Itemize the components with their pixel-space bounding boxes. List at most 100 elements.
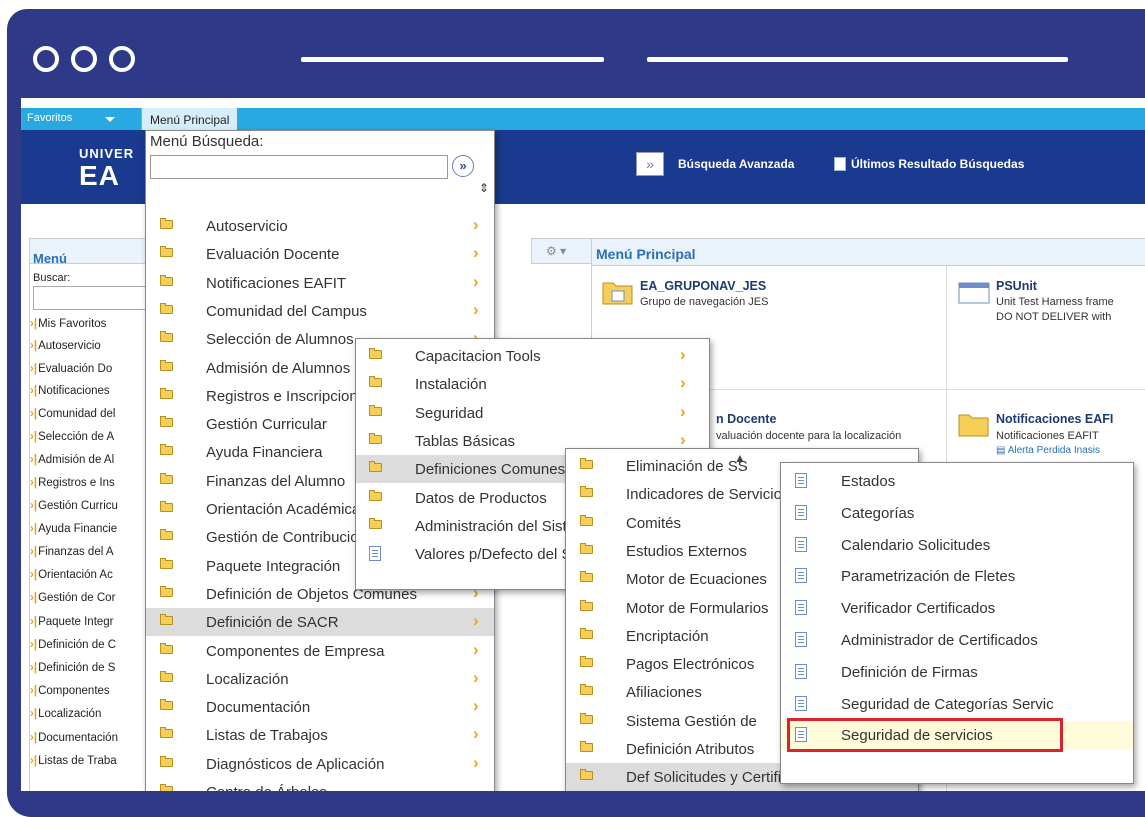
menu-item[interactable]: Listas de Trabajos › <box>146 721 494 749</box>
chevron-right-icon: ›| <box>30 592 38 604</box>
sidebar-item[interactable]: ›|Notificaciones <box>30 385 110 397</box>
menu-item[interactable]: Estados <box>781 467 1133 495</box>
menu-item[interactable]: Evaluación Docente › <box>146 240 494 268</box>
sidebar-item[interactable]: ›|Autoservicio <box>30 340 101 352</box>
menu-item[interactable]: Localización › <box>146 665 494 693</box>
menu-item[interactable]: Definición de Firmas <box>781 658 1133 686</box>
menu-search-input[interactable] <box>150 155 448 179</box>
chevron-right-icon[interactable]: › <box>473 668 479 688</box>
menu-item[interactable]: Documentación › <box>146 693 494 721</box>
sidebar-item[interactable]: ›|Ayuda Financie <box>30 523 117 535</box>
chevron-right-icon[interactable]: › <box>473 724 479 744</box>
chevron-right-icon: ›| <box>30 685 38 697</box>
chevron-right-icon[interactable]: › <box>473 696 479 716</box>
sidebar-item[interactable]: ›|Selección de A <box>30 431 114 443</box>
sidebar-item[interactable]: ›|Paquete Integr <box>30 616 114 628</box>
gear-icon[interactable]: ⚙ ▾ <box>546 244 566 258</box>
folder-icon <box>160 274 173 286</box>
sidebar-item-label: Gestión de Cor <box>38 592 116 604</box>
menu-item[interactable]: Notificaciones EAFIT › <box>146 269 494 297</box>
sidebar-item[interactable]: ›|Comunidad del <box>30 408 115 420</box>
sidebar-item[interactable]: ›|Listas de Traba <box>30 755 117 767</box>
menu-item[interactable]: Centro de Árboles <box>146 778 494 791</box>
chevron-right-icon[interactable]: › <box>473 753 479 773</box>
menu-item-label: Comunidad del Campus <box>206 302 367 320</box>
sidebar-item[interactable]: ›|Definición de S <box>30 662 115 674</box>
menu-item[interactable]: Capacitacion Tools › <box>356 342 709 370</box>
sidebar-item-label: Ayuda Financie <box>38 523 118 535</box>
chevron-right-icon[interactable]: › <box>680 402 686 422</box>
tile-title[interactable]: Notificaciones EAFI <box>996 412 1113 426</box>
tile-link-label[interactable]: Alerta Perdida Inasis <box>1008 445 1100 456</box>
menu-item[interactable]: Diagnósticos de Aplicación › <box>146 750 494 778</box>
sidebar-item[interactable]: ›|Gestión de Cor <box>30 592 115 604</box>
menu-item[interactable]: Instalación › <box>356 370 709 398</box>
sidebar-item[interactable]: ›|Admisión de Al <box>30 454 114 466</box>
menu-item[interactable]: Administrador de Certificados <box>781 626 1133 654</box>
sidebar-item[interactable]: ›|Definición de C <box>30 639 116 651</box>
tile-desc: Grupo de navegación JES <box>640 296 769 308</box>
tile-title[interactable]: PSUnit <box>996 279 1037 293</box>
chevron-right-icon[interactable]: › <box>473 300 479 320</box>
app-screenshot: Favoritos Menú Principal UNIVER EA » Bús… <box>21 98 1145 791</box>
tile-title[interactable]: EA_GRUPONAV_JES <box>640 279 766 293</box>
sidebar-item[interactable]: ›|Gestión Curricu <box>30 500 118 512</box>
sidebar-item[interactable]: ›|Orientación Ac <box>30 569 113 581</box>
folder-icon <box>580 769 593 781</box>
menu-item[interactable]: Seguridad › <box>356 399 709 427</box>
chevron-right-icon[interactable]: › <box>680 430 686 450</box>
chevron-right-icon[interactable]: › <box>473 272 479 292</box>
chevron-right-icon[interactable]: › <box>473 611 479 631</box>
menu-item[interactable]: Seguridad de Categorías Servic <box>781 690 1133 718</box>
search-go-button[interactable]: » <box>636 152 664 176</box>
selection-highlight-box <box>787 718 1063 753</box>
busqueda-avanzada-link[interactable]: Búsqueda Avanzada <box>678 157 794 171</box>
tile-link[interactable]: ▤ Alerta Perdida Inasis <box>996 445 1100 456</box>
menu-item[interactable]: Verificador Certificados <box>781 594 1133 622</box>
sidebar-item[interactable]: ›|Localización <box>30 708 101 720</box>
chevron-right-icon[interactable]: › <box>473 243 479 263</box>
menu-item-label: Sistema Gestión de <box>626 712 757 730</box>
sidebar-item[interactable]: ›|Finanzas del A <box>30 546 114 558</box>
menu-item-label: Autoservicio <box>206 218 288 235</box>
ultimos-resultados-link[interactable]: Últimos Resultado Búsquedas <box>851 157 1024 171</box>
menu-item[interactable]: Comunidad del Campus › <box>146 297 494 325</box>
logo-text: EA <box>79 160 120 191</box>
menu-principal-tab[interactable]: Menú Principal <box>141 108 238 130</box>
tile-title[interactable]: n Docente <box>716 412 776 426</box>
sidebar-item[interactable]: ›|Documentación <box>30 732 118 744</box>
chevron-right-icon[interactable]: › <box>473 215 479 235</box>
sidebar-item[interactable]: ›|Mis Favoritos <box>30 318 106 330</box>
chevron-right-icon[interactable]: › <box>680 345 686 365</box>
search-go-icon[interactable]: » <box>452 155 474 177</box>
chevron-down-icon[interactable] <box>105 117 115 122</box>
folder-icon <box>160 614 173 626</box>
menu-item[interactable]: Calendario Solicitudes <box>781 531 1133 559</box>
sidebar-item[interactable]: ›|Registros e Ins <box>30 477 115 489</box>
chevron-right-icon: ›| <box>30 569 38 581</box>
folder-icon <box>580 741 593 752</box>
panel-options[interactable]: ⚙ ▾ <box>531 238 592 264</box>
menu-item-label: Componentes de Empresa <box>206 642 385 660</box>
chevron-right-icon[interactable]: › <box>680 373 686 393</box>
folder-icon <box>160 302 173 314</box>
folder-icon <box>160 218 173 229</box>
menu-item[interactable]: Autoservicio › <box>146 212 494 240</box>
folder-icon <box>160 784 173 791</box>
menu-item[interactable]: Parametrización de Fletes <box>781 562 1133 590</box>
search-results-icon[interactable] <box>834 157 846 171</box>
folder-icon <box>160 359 173 371</box>
sidebar-item[interactable]: ›|Componentes <box>30 685 110 697</box>
menu-item[interactable]: Categorías <box>781 499 1133 527</box>
menu-item-label: Estados <box>841 473 896 490</box>
window-dot-icon <box>71 46 97 72</box>
menu-item-label: Orientación Académica <box>206 501 361 518</box>
chevron-right-icon: ›| <box>30 477 38 489</box>
sort-icon[interactable]: ⇕ <box>479 181 489 195</box>
sidebar-item[interactable]: ›|Evaluación Do <box>30 363 112 375</box>
sidebar-item-label: Mis Favoritos <box>38 318 107 330</box>
menu-item[interactable]: Definición de SACR › <box>146 608 494 637</box>
chevron-right-icon[interactable]: › <box>473 640 479 660</box>
menu-item[interactable]: Componentes de Empresa › <box>146 637 494 665</box>
favoritos-menu[interactable]: Favoritos <box>27 112 72 124</box>
